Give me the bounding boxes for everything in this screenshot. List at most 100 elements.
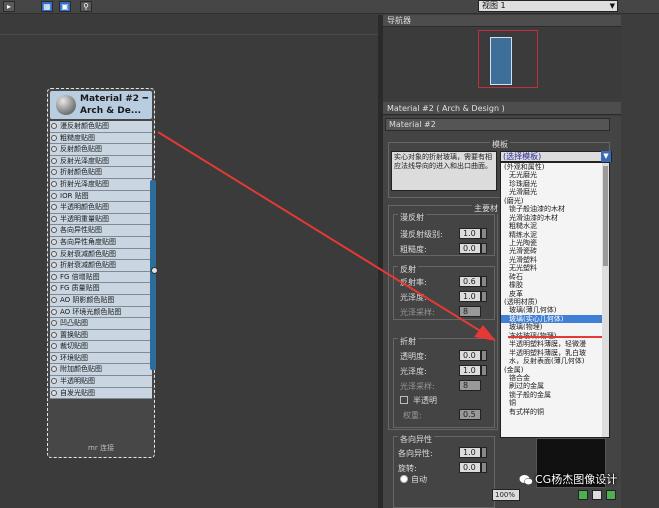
input-socket-icon[interactable]	[51, 146, 57, 153]
spinner-arrows-icon[interactable]	[481, 365, 487, 376]
template-dropdown-list[interactable]: (外观和属性) 无光磨光 珍珠磨光 光滑磨光 (磨光) 锁子般油漆的木材 光滑油漆的木材 粗糙…	[500, 162, 610, 438]
status-green-icon[interactable]	[606, 490, 616, 500]
glossiness-spinner[interactable]: 1.0	[459, 291, 481, 302]
node-slot[interactable]: AO 阴影颜色贴图	[50, 294, 152, 307]
anisotropy-spinner[interactable]: 1.0	[459, 447, 481, 458]
input-socket-icon[interactable]	[51, 296, 57, 303]
input-socket-icon[interactable]	[51, 215, 57, 222]
node-slot[interactable]: 折射光泽度贴图	[50, 178, 152, 191]
dropdown-option[interactable]: 橡胶	[501, 281, 609, 289]
input-socket-icon[interactable]	[51, 343, 57, 350]
dropdown-option[interactable]: 铜	[501, 399, 609, 407]
node-slot[interactable]: IOR 贴图	[50, 190, 152, 203]
reflectivity-spinner[interactable]: 0.6	[459, 276, 481, 287]
spinner-arrows-icon[interactable]	[481, 243, 487, 254]
dropdown-option[interactable]: 无光塑料	[501, 264, 609, 272]
input-socket-icon[interactable]	[51, 250, 57, 257]
node-slot[interactable]: 置换贴图	[50, 329, 152, 342]
input-socket-icon[interactable]	[51, 331, 57, 338]
diffuse-level-spinner[interactable]: 1.0	[459, 228, 481, 239]
weight-spinner[interactable]: 0.5	[459, 409, 481, 420]
toggle-tool-button[interactable]: ▣	[59, 1, 71, 12]
node-slot[interactable]: 半透明重量贴图	[50, 213, 152, 226]
node-slot[interactable]: 半透明颜色贴图	[50, 202, 152, 214]
node-slot[interactable]: 漫反射颜色贴图	[50, 121, 152, 133]
material-name-field[interactable]: Material #2	[385, 118, 610, 131]
dropdown-option[interactable]: 玻璃(薄几何体)	[501, 306, 609, 314]
input-socket-icon[interactable]	[51, 192, 57, 199]
input-socket-icon[interactable]	[51, 227, 57, 234]
input-socket-icon[interactable]	[51, 320, 57, 327]
input-socket-icon[interactable]	[51, 157, 57, 164]
roughness-spinner[interactable]: 0.0	[459, 243, 481, 254]
input-socket-icon[interactable]	[51, 204, 57, 211]
translucency-checkbox[interactable]	[400, 396, 408, 404]
dropdown-option[interactable]: 砖石	[501, 273, 609, 281]
select-tool-button[interactable]: ▸	[3, 1, 15, 12]
input-socket-icon[interactable]	[51, 389, 57, 396]
status-white-icon[interactable]	[592, 490, 602, 500]
dropdown-option[interactable]: 冻结玻璃(物理)	[501, 332, 609, 340]
spinner-arrows-icon[interactable]	[481, 228, 487, 239]
gloss-samples-spinner[interactable]: 8	[459, 306, 481, 317]
node-slot[interactable]: 裁切贴图	[50, 341, 152, 353]
dropdown-option[interactable]: 精练水泥	[501, 231, 609, 239]
input-socket-icon[interactable]	[51, 169, 57, 176]
input-socket-icon[interactable]	[51, 378, 57, 385]
input-socket-icon[interactable]	[51, 308, 57, 315]
minimize-icon[interactable]: ━	[143, 94, 148, 104]
node-slot[interactable]: 各向异性角度贴图	[50, 236, 152, 249]
spinner-arrows-icon[interactable]	[481, 462, 487, 473]
spinner-arrows-icon[interactable]	[481, 447, 487, 458]
zoom-select[interactable]: 100%	[492, 489, 520, 501]
auto-radio[interactable]	[400, 475, 408, 483]
input-socket-icon[interactable]	[51, 285, 57, 292]
dropdown-scroll-thumb[interactable]	[603, 166, 608, 266]
input-socket-icon[interactable]	[51, 123, 57, 129]
node-header[interactable]: Material #2 Arch & De... ━	[50, 91, 152, 119]
spinner-arrows-icon[interactable]	[481, 291, 487, 302]
spinner-arrows-icon[interactable]	[481, 350, 487, 361]
zoom-icon[interactable]: ⚲	[80, 1, 92, 12]
dropdown-option[interactable]: 粗糙水泥	[501, 222, 609, 230]
output-socket[interactable]	[151, 267, 158, 274]
view-select[interactable]: 视图 1 ▼	[478, 0, 618, 12]
dropdown-option[interactable]: 光滑瓷砖	[501, 247, 609, 255]
node-slot[interactable]: 各向异性贴图	[50, 225, 152, 237]
input-socket-icon[interactable]	[51, 180, 57, 187]
input-socket-icon[interactable]	[51, 273, 57, 280]
input-socket-icon[interactable]	[51, 238, 57, 245]
input-socket-icon[interactable]	[51, 262, 57, 269]
node-slot[interactable]: 凹凸贴图	[50, 318, 152, 330]
dropdown-option[interactable]: 有式样的铜	[501, 408, 609, 416]
node-slot[interactable]: 环境贴图	[50, 352, 152, 365]
dropdown-option[interactable]: 锁子般油漆的木材	[501, 205, 609, 213]
dropdown-option[interactable]: 光滑油漆的木材	[501, 214, 609, 222]
node-slot[interactable]: 半透明贴图	[50, 376, 152, 388]
dropdown-option[interactable]: 皮革	[501, 290, 609, 298]
node-slot[interactable]: 折射衰减颜色贴图	[50, 260, 152, 272]
node-slot[interactable]: 反射光泽度贴图	[50, 155, 152, 168]
rotation-spinner[interactable]: 0.0	[459, 462, 481, 473]
node-slot[interactable]: 自发光贴图	[50, 387, 152, 400]
input-socket-icon[interactable]	[51, 134, 57, 141]
node-slot[interactable]: 附加颜色贴图	[50, 364, 152, 377]
dropdown-option[interactable]: 光滑磨光	[501, 188, 609, 196]
dropdown-option[interactable]: 锁子般的金属	[501, 391, 609, 399]
dropdown-option[interactable]: 光滑塑料	[501, 256, 609, 264]
spinner-arrows-icon[interactable]	[481, 276, 487, 287]
dropdown-option[interactable]: 玻璃(物理)	[501, 323, 609, 331]
transparency-spinner[interactable]: 0.0	[459, 350, 481, 361]
input-socket-icon[interactable]	[51, 366, 57, 373]
node-slot[interactable]: AO 环境光颜色贴图	[50, 306, 152, 319]
node-slot[interactable]: 折射颜色贴图	[50, 167, 152, 179]
dropdown-option[interactable]: 半透明塑料薄膜，轻微漫	[501, 340, 609, 348]
dropdown-option[interactable]: 半透明塑料薄膜，乳白玻	[501, 349, 609, 357]
node-slot[interactable]: 粗糙度贴图	[50, 132, 152, 145]
dropdown-option[interactable]: 水，反射表面(薄几何体)	[501, 357, 609, 365]
refraction-glossiness-spinner[interactable]: 1.0	[459, 365, 481, 376]
input-socket-icon[interactable]	[51, 354, 57, 361]
dropdown-option[interactable]: 刷过的金属	[501, 382, 609, 390]
node-slot[interactable]: FG 质量贴图	[50, 283, 152, 295]
material-node[interactable]: Material #2 Arch & De... ━ 漫反射颜色贴图 粗糙度贴图反…	[47, 88, 155, 458]
